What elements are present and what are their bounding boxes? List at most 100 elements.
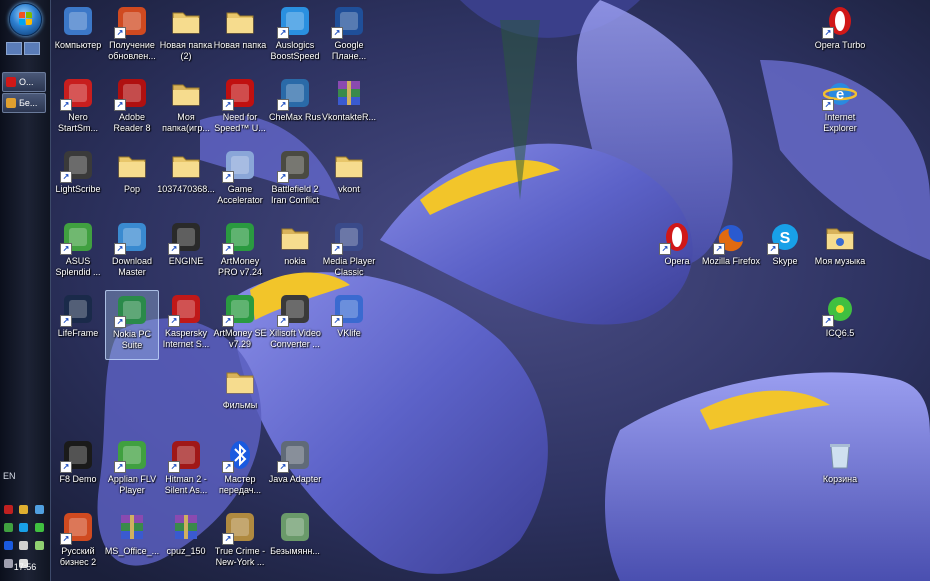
taskbar-button-paint[interactable]: Бе... bbox=[2, 93, 46, 113]
desktop-icon[interactable]: ↗ Nokia PC Suite bbox=[105, 290, 159, 360]
desktop-icon[interactable]: ↗ Получение обновлен... bbox=[105, 2, 159, 72]
desktop-icon[interactable]: ↗ Xilisoft Video Converter ... bbox=[268, 290, 322, 360]
desktop-icon[interactable]: ↗ True Crime - New-York ... bbox=[213, 508, 267, 578]
shortcut-arrow-icon: ↗ bbox=[222, 243, 234, 255]
shortcut-arrow-icon: ↗ bbox=[60, 99, 72, 111]
opera-icon: ↗ bbox=[659, 220, 694, 255]
desktop-icon[interactable]: Корзина bbox=[813, 436, 867, 506]
desktop-icon-label: Новая папка bbox=[213, 40, 267, 50]
desktop-icon-label: CheMax Rus bbox=[268, 112, 322, 122]
desktop-icon[interactable]: Фильмы bbox=[213, 362, 267, 432]
desktop-icon[interactable]: ↗ Applian FLV Player bbox=[105, 436, 159, 506]
desktop-icon[interactable]: ↗ CheMax Rus bbox=[268, 74, 322, 144]
desktop-icon[interactable]: ↗ Opera bbox=[650, 218, 704, 288]
shortcut-arrow-icon: ↗ bbox=[168, 315, 180, 327]
desktop-icon[interactable]: ↗ Adobe Reader 8 bbox=[105, 74, 159, 144]
show-desktop-icon[interactable] bbox=[6, 42, 22, 55]
desktop-icon[interactable]: ↗ ENGINE bbox=[159, 218, 213, 288]
desktop-icon[interactable]: ↗ Java Adapter bbox=[268, 436, 322, 506]
desktop-icon-label: ArtMoney SE v7.29 bbox=[213, 328, 267, 349]
desktop-icon[interactable]: ↗ Game Accelerator bbox=[213, 146, 267, 216]
desktop-icon[interactable]: ↗ Battlefield 2 Iran Conflict bbox=[268, 146, 322, 216]
desktop-icon[interactable]: e ↗ Internet Explorer bbox=[813, 74, 867, 144]
desktop-icon[interactable]: S ↗ Skype bbox=[758, 218, 812, 288]
shortcut-arrow-icon: ↗ bbox=[114, 461, 126, 473]
switch-windows-icon[interactable] bbox=[24, 42, 40, 55]
shortcut-arrow-icon: ↗ bbox=[222, 315, 234, 327]
shortcut-arrow-icon: ↗ bbox=[60, 461, 72, 473]
desktop-icon[interactable]: VkontakteR... bbox=[322, 74, 376, 144]
desktop-icon[interactable]: ↗ F8 Demo bbox=[51, 436, 105, 506]
desktop-icon[interactable]: ↗ Nero StartSm... bbox=[51, 74, 105, 144]
desktop-icon-label: Google Плане... bbox=[331, 40, 367, 61]
taskbar-button-opera[interactable]: O... bbox=[2, 72, 46, 92]
shield-icon[interactable] bbox=[4, 523, 13, 532]
flv-player-icon: ↗ bbox=[114, 438, 149, 473]
desktop-icon[interactable]: ↗ Auslogics BoostSpeed bbox=[268, 2, 322, 72]
folder-icon bbox=[278, 220, 312, 254]
desktop-icon[interactable]: ↗ ASUS Splendid ... bbox=[51, 218, 105, 288]
network-icon[interactable] bbox=[34, 505, 44, 514]
bluetooth-tray-icon[interactable] bbox=[4, 541, 13, 550]
desktop-icon[interactable]: ↗ Google Плане... bbox=[322, 2, 376, 72]
update-tray-icon[interactable] bbox=[19, 541, 29, 550]
desktop-icon[interactable]: Pop bbox=[105, 146, 159, 216]
desktop-icon[interactable]: ↗ ArtMoney PRO v7.24 bbox=[213, 218, 267, 288]
desktop-icon[interactable]: ↗ VKlife bbox=[322, 290, 376, 360]
desktop-icon[interactable]: ↗ Media Player Classic bbox=[322, 218, 376, 288]
icq-tray-icon[interactable] bbox=[34, 523, 44, 532]
desktop-icon[interactable]: Новая папка (2) bbox=[159, 2, 213, 72]
battery-icon[interactable] bbox=[34, 541, 44, 550]
desktop-icon[interactable]: ↗ ArtMoney SE v7.29 bbox=[213, 290, 267, 360]
desktop-icon-label: Applian FLV Player bbox=[107, 474, 157, 495]
desktop-icon-label: Need for Speed™ U... bbox=[214, 112, 266, 133]
paint-icon bbox=[6, 98, 16, 108]
desktop-icon[interactable]: ↗ Opera Turbo bbox=[813, 2, 867, 72]
desktop-icon[interactable]: ↗ Мастер передач... bbox=[213, 436, 267, 506]
desktop-icon-label: Безымянн... bbox=[270, 546, 320, 556]
skype-tray-icon[interactable] bbox=[19, 523, 29, 532]
shortcut-arrow-icon: ↗ bbox=[60, 171, 72, 183]
desktop-icon[interactable]: ↗ LifeFrame bbox=[51, 290, 105, 360]
desktop-icon[interactable]: ↗ Hitman 2 - Silent As... bbox=[159, 436, 213, 506]
desktop-icon[interactable]: Безымянн... bbox=[268, 508, 322, 578]
desktop-icon[interactable]: 1037470368... bbox=[157, 146, 215, 216]
desktop-icon-label: Новая папка (2) bbox=[159, 40, 213, 61]
desktop-icon[interactable]: cpuz_150 bbox=[159, 508, 213, 578]
desktop-icon[interactable]: Моя музыка bbox=[813, 218, 867, 288]
opera-icon: ↗ bbox=[822, 4, 857, 39]
ati-icon[interactable] bbox=[4, 505, 13, 514]
desktop-icon[interactable]: Моя папка(игр... bbox=[159, 74, 213, 144]
shortcut-arrow-icon: ↗ bbox=[114, 316, 126, 328]
desktop-icon[interactable]: ↗ Mozilla Firefox bbox=[702, 218, 760, 288]
desktop-icon[interactable]: ↗ Need for Speed™ U... bbox=[213, 74, 267, 144]
desktop-icon-label: VkontakteR... bbox=[321, 112, 377, 122]
language-indicator[interactable]: EN bbox=[3, 471, 16, 481]
desktop-icon-label: Java Adapter bbox=[268, 474, 322, 484]
adobe-reader-icon: ↗ bbox=[114, 76, 149, 111]
desktop-icon-label: Nokia PC Suite bbox=[112, 329, 151, 350]
game-accelerator-icon: ↗ bbox=[222, 148, 257, 183]
desktop-icon-label: Download Master bbox=[111, 256, 153, 277]
skull-icon: ↗ bbox=[168, 220, 203, 255]
desktop-icon[interactable]: ↗ Kaspersky Internet S... bbox=[159, 290, 213, 360]
recycle-bin-icon bbox=[823, 438, 857, 472]
desktop-icon-label: Battlefield 2 Iran Conflict bbox=[270, 184, 320, 205]
flag-icon[interactable] bbox=[19, 505, 29, 514]
desktop-icon[interactable]: ↗ LightScribe bbox=[51, 146, 105, 216]
desktop-icon-label: VKlife bbox=[337, 328, 361, 338]
desktop-icon[interactable]: vkont bbox=[322, 146, 376, 216]
shortcut-arrow-icon: ↗ bbox=[331, 27, 343, 39]
desktop-icon[interactable]: ↗ Download Master bbox=[105, 218, 159, 288]
desktop-icon-label: F8 Demo bbox=[59, 474, 97, 484]
desktop-icon[interactable]: MS_Office_... bbox=[105, 508, 159, 578]
start-button[interactable] bbox=[9, 3, 42, 36]
clock[interactable]: 17:56 bbox=[0, 562, 50, 572]
desktop-icon[interactable]: ↗ Русский бизнес 2 bbox=[51, 508, 105, 578]
desktop-icon[interactable]: Новая папка bbox=[213, 2, 267, 72]
google-earth-icon: ↗ bbox=[331, 4, 366, 39]
taskbar-button-label: Бе... bbox=[19, 98, 38, 108]
desktop-icon[interactable]: ↗ ICQ6.5 bbox=[813, 290, 867, 360]
desktop-icon[interactable]: Компьютер bbox=[51, 2, 105, 72]
desktop-icon[interactable]: nokia bbox=[268, 218, 322, 288]
